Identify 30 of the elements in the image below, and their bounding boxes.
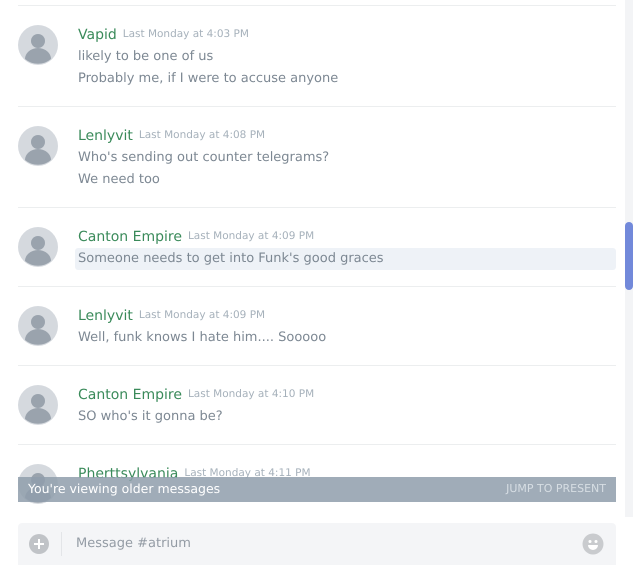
smiley-icon (582, 533, 604, 555)
emoji-button[interactable] (582, 533, 604, 555)
timestamp: Last Monday at 4:10 PM (188, 387, 314, 402)
avatar[interactable] (18, 227, 58, 267)
message-text: likely to be one of us (78, 48, 214, 66)
upload-button[interactable] (29, 534, 49, 554)
message-composer[interactable]: Message #atrium (18, 523, 616, 565)
timestamp: Last Monday at 4:11 PM (184, 466, 311, 482)
author-name[interactable]: Lenlyvit (78, 126, 133, 146)
timestamp: Last Monday at 4:09 PM (188, 229, 314, 244)
message-field[interactable]: Message #atrium (74, 533, 582, 555)
timestamp: Last Monday at 4:09 PM (138, 308, 266, 324)
avatar[interactable] (18, 306, 58, 346)
author-name[interactable]: Canton Empire (78, 384, 182, 406)
avatar[interactable] (18, 385, 58, 425)
message-text: Probably me, if I were to accuse anyone (78, 70, 340, 88)
message-text: We need too (78, 171, 161, 189)
message-text: Well, funk knows I hate him.... Sooooo (78, 329, 328, 347)
author-name[interactable]: Vapid (78, 24, 117, 46)
scrollbar-thumb[interactable] (625, 222, 633, 290)
message-text: Someone needs to get into Funk's good graces (78, 250, 385, 268)
avatar[interactable] (18, 126, 58, 166)
avatar[interactable] (18, 25, 58, 65)
plus-icon (29, 534, 49, 554)
author-name[interactable]: Canton Empire (78, 226, 182, 248)
message-text: SO who's it gonna be? (78, 408, 224, 426)
message-text: Who's sending out counter telegrams? (78, 149, 330, 167)
timestamp: Last Monday at 4:08 PM (138, 128, 266, 144)
timestamp: Last Monday at 4:03 PM (122, 27, 249, 42)
author-name[interactable]: Lenlyvit (78, 306, 133, 326)
